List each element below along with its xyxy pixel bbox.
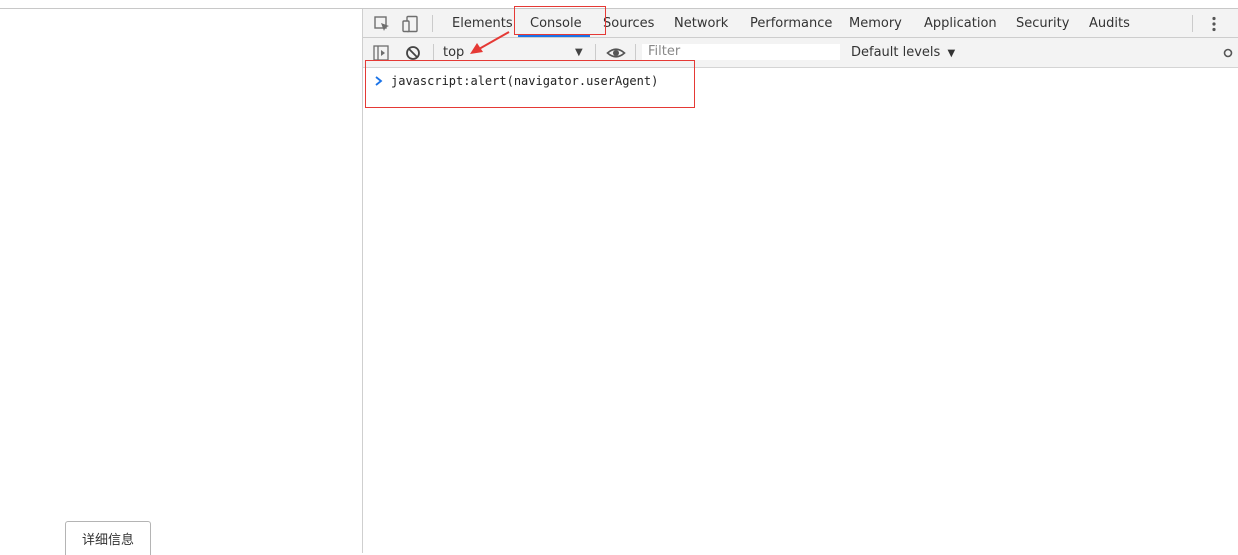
tab-sources[interactable]: Sources (603, 9, 654, 38)
toolbar-divider (433, 44, 434, 61)
tab-security[interactable]: Security (1016, 9, 1069, 38)
context-dropdown-arrow-icon[interactable]: ▼ (575, 38, 583, 67)
console-toolbar: top ▼ Filter Default levels ▼ (363, 38, 1238, 68)
console-settings-icon[interactable] (1223, 46, 1233, 60)
console-output[interactable]: javascript:alert(navigator.userAgent) (363, 68, 1238, 553)
filter-input[interactable]: Filter (641, 43, 841, 61)
tab-audits[interactable]: Audits (1089, 9, 1130, 38)
toolbar-divider (635, 44, 636, 61)
toolbar-divider (432, 15, 433, 32)
tab-elements[interactable]: Elements (452, 9, 513, 38)
toolbar-divider (595, 44, 596, 61)
console-prompt-line[interactable]: javascript:alert(navigator.userAgent) (373, 72, 658, 90)
device-toolbar-icon[interactable] (401, 15, 419, 33)
sidebar-toggle-icon[interactable] (372, 44, 390, 62)
devtools-panel: Elements Console Sources Network Perform… (362, 9, 1238, 553)
log-levels-label: Default levels (851, 45, 941, 60)
live-expression-eye-icon[interactable] (606, 44, 626, 62)
tab-memory[interactable]: Memory (849, 9, 902, 38)
tab-performance[interactable]: Performance (750, 9, 832, 38)
clear-console-icon[interactable] (404, 44, 422, 62)
toolbar-divider (1192, 15, 1193, 32)
active-tab-indicator (518, 35, 590, 37)
devtools-tab-bar: Elements Console Sources Network Perform… (363, 9, 1238, 38)
prompt-chevron-icon (375, 76, 383, 86)
inspect-element-icon[interactable] (373, 15, 391, 33)
console-input-text[interactable]: javascript:alert(navigator.userAgent) (391, 74, 658, 88)
tab-application[interactable]: Application (924, 9, 997, 38)
chevron-down-icon: ▼ (947, 48, 956, 59)
more-options-icon[interactable] (1206, 15, 1222, 33)
tab-network[interactable]: Network (674, 9, 728, 38)
log-levels-dropdown[interactable]: Default levels ▼ (851, 38, 955, 67)
context-select[interactable]: top (443, 38, 464, 67)
details-button[interactable]: 详细信息 (65, 521, 151, 555)
page-viewport (0, 9, 362, 553)
tab-console[interactable]: Console (530, 9, 582, 38)
